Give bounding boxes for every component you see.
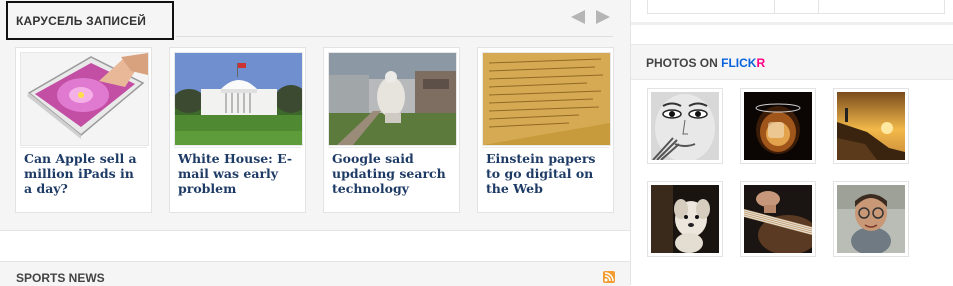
flickr-photo[interactable] [833, 88, 909, 164]
card-title-link[interactable]: White House: E-mail was early problem [178, 151, 300, 196]
main-column: КАРУСЕЛЬ ЗАПИСЕЙ Can Apple sell a millio… [0, 0, 630, 286]
section-gap [0, 231, 630, 261]
sports-news-title: SPORTS NEWS [16, 271, 105, 285]
handwritten-papers-photo[interactable] [482, 52, 611, 146]
post-carousel: КАРУСЕЛЬ ЗАПИСЕЙ Can Apple sell a millio… [0, 0, 630, 231]
sketch-face-photo[interactable] [651, 92, 719, 160]
card-separator [328, 147, 455, 148]
carousel-title-box: КАРУСЕЛЬ ЗАПИСЕЙ [6, 1, 174, 40]
flickr-photo[interactable] [740, 88, 816, 164]
flickr-photo[interactable] [647, 181, 723, 257]
whisky-glass-photo[interactable] [744, 92, 812, 160]
carousel-card[interactable]: Can Apple sell a million iPads in a day? [15, 47, 152, 213]
sidebar-top-widget [647, 0, 945, 14]
carousel-title: КАРУСЕЛЬ ЗАПИСЕЙ [16, 14, 147, 28]
carousel-card[interactable]: White House: E-mail was early problem [169, 47, 306, 213]
statue-photo[interactable] [328, 52, 457, 146]
sports-news-header: SPORTS NEWS [0, 261, 630, 286]
card-title-link[interactable]: Einstein papers to go digital on the Web [486, 151, 608, 196]
child-photo[interactable] [837, 185, 905, 253]
sunset-coast-photo[interactable] [837, 92, 905, 160]
card-separator [20, 147, 147, 148]
carousel-header-rule [176, 36, 613, 37]
ipad-photo[interactable] [20, 52, 149, 146]
carousel-next-arrow-icon[interactable] [596, 10, 610, 24]
flickr-widget-title: PHOTOS ON FLICKR [646, 56, 765, 70]
dog-photo[interactable] [651, 185, 719, 253]
carousel-card[interactable]: Einstein papers to go digital on the Web [477, 47, 614, 213]
widget-cell-divider [818, 0, 819, 14]
card-separator [174, 147, 301, 148]
guitar-photo[interactable] [744, 185, 812, 253]
flickr-brand-blue: FLICK [721, 56, 757, 70]
carousel-card[interactable]: Google said updating search technology [323, 47, 460, 213]
flickr-photo[interactable] [740, 181, 816, 257]
widget-cell-divider [774, 0, 775, 14]
rss-icon[interactable] [603, 271, 615, 283]
card-title-link[interactable]: Google said updating search technology [332, 151, 454, 196]
card-separator [482, 147, 609, 148]
carousel-prev-arrow-icon[interactable] [571, 10, 585, 24]
white-house-photo[interactable] [174, 52, 303, 146]
flickr-title-prefix: PHOTOS ON [646, 56, 722, 70]
flickr-photo[interactable] [647, 88, 723, 164]
flickr-widget-header: PHOTOS ON FLICKR [631, 44, 953, 80]
sidebar-gap [631, 22, 953, 25]
flickr-brand-pink: R [756, 56, 766, 70]
flickr-photo[interactable] [833, 181, 909, 257]
card-title-link[interactable]: Can Apple sell a million iPads in a day? [24, 151, 146, 196]
sidebar: PHOTOS ON FLICKR [631, 0, 953, 285]
